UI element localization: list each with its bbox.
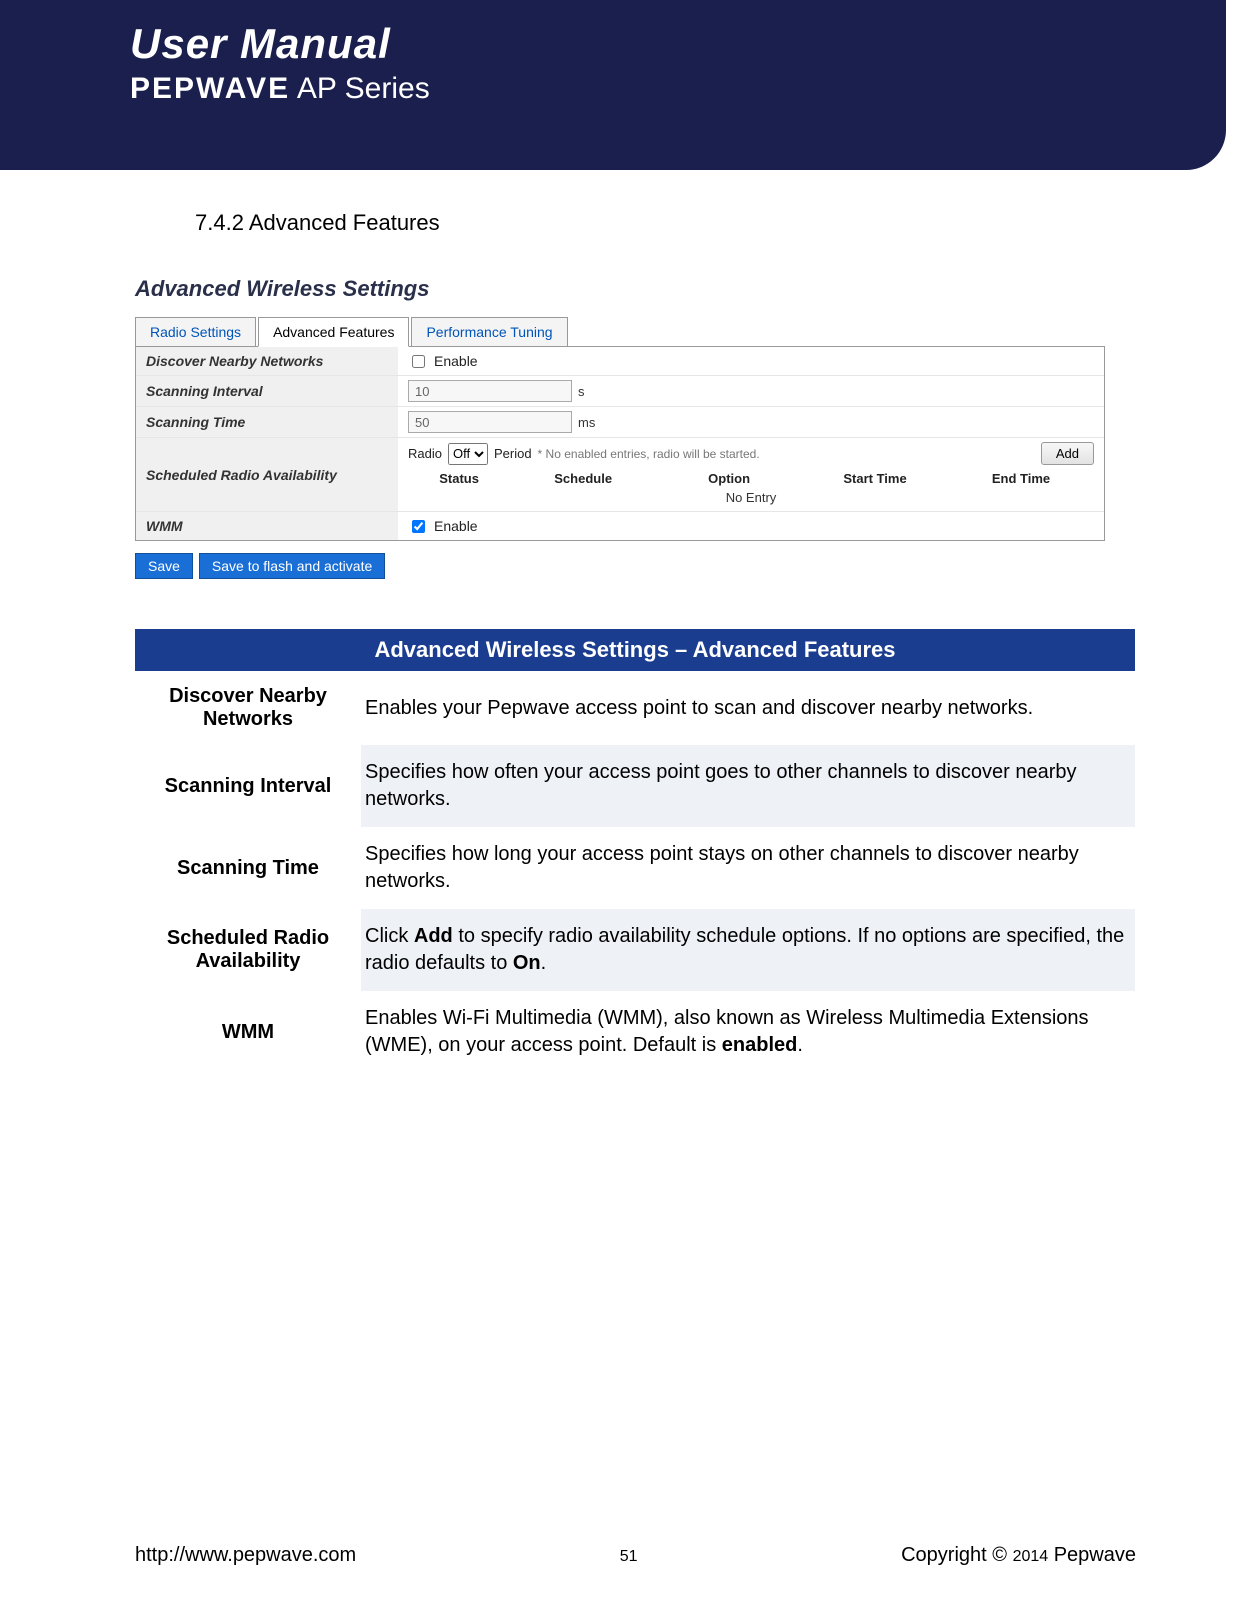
footer-page-number: 51 [620, 1548, 638, 1566]
config-ui-screenshot: Advanced Wireless Settings Radio Setting… [135, 276, 1105, 579]
input-scanning-time[interactable] [408, 411, 572, 433]
tab-advanced-features[interactable]: Advanced Features [258, 317, 409, 347]
label-wmm: WMM [136, 512, 398, 540]
manual-title: User Manual [130, 20, 1226, 68]
footer-url: http://www.pepwave.com [135, 1544, 356, 1567]
manual-header: User Manual PEPWAVE AP Series [0, 0, 1226, 170]
term-scanning-interval: Scanning Interval [135, 745, 361, 827]
checkbox-discover-enable[interactable] [412, 355, 425, 368]
series-name: AP Series [297, 72, 430, 105]
section-heading: 7.4.2 Advanced Features [195, 210, 1136, 236]
col-option: Option [656, 471, 802, 486]
sched-period-word: Period [494, 446, 532, 461]
sched-radio-word: Radio [408, 446, 442, 461]
def-scheduled-radio: Click Add to specify radio availability … [361, 909, 1135, 991]
def-scanning-interval: Specifies how often your access point go… [361, 745, 1135, 827]
save-button[interactable]: Save [135, 553, 193, 579]
brand-name: PEPWAVE [130, 72, 290, 105]
label-scanning-interval: Scanning Interval [136, 376, 398, 406]
select-radio-state[interactable]: Off [448, 443, 488, 465]
sched-note: * No enabled entries, radio will be star… [538, 447, 760, 461]
checkbox-discover-label: Enable [434, 353, 478, 369]
manual-series-line: PEPWAVE AP Series [130, 72, 1226, 106]
config-tabs: Radio Settings Advanced Features Perform… [135, 316, 1105, 347]
tab-radio-settings[interactable]: Radio Settings [135, 317, 256, 347]
label-discover-nearby: Discover Nearby Networks [136, 347, 398, 375]
label-scheduled-radio: Scheduled Radio Availability [136, 438, 398, 511]
label-scanning-time: Scanning Time [136, 407, 398, 437]
add-schedule-button[interactable]: Add [1041, 442, 1094, 465]
term-scanning-time: Scanning Time [135, 827, 361, 909]
term-scheduled-radio: Scheduled Radio Availability [135, 909, 361, 991]
unit-seconds: s [578, 384, 585, 399]
tab-performance-tuning[interactable]: Performance Tuning [411, 317, 567, 347]
checkbox-wmm-label: Enable [434, 518, 478, 534]
col-end-time: End Time [948, 471, 1094, 486]
config-panel: Discover Nearby Networks Enable Scanning… [135, 347, 1105, 541]
col-start-time: Start Time [802, 471, 948, 486]
col-schedule: Schedule [510, 471, 656, 486]
def-discover-nearby: Enables your Pepwave access point to sca… [361, 671, 1135, 745]
unit-milliseconds: ms [578, 415, 595, 430]
col-status: Status [408, 471, 510, 486]
settings-description-table: Advanced Wireless Settings – Advanced Fe… [135, 629, 1135, 1073]
page-footer: http://www.pepwave.com 51 Copyright © 20… [0, 1544, 1256, 1567]
sched-no-entry: No Entry [408, 486, 1094, 507]
checkbox-wmm-enable[interactable] [412, 520, 425, 533]
config-ui-heading: Advanced Wireless Settings [135, 276, 1105, 302]
save-flash-activate-button[interactable]: Save to flash and activate [199, 553, 385, 579]
term-discover-nearby: Discover Nearby Networks [135, 671, 361, 745]
term-wmm: WMM [135, 991, 361, 1073]
def-scanning-time: Specifies how long your access point sta… [361, 827, 1135, 909]
footer-copyright: Copyright © 2014 Pepwave [901, 1544, 1136, 1567]
input-scanning-interval[interactable] [408, 380, 572, 402]
desc-table-title: Advanced Wireless Settings – Advanced Fe… [135, 629, 1135, 671]
def-wmm: Enables Wi-Fi Multimedia (WMM), also kno… [361, 991, 1135, 1073]
